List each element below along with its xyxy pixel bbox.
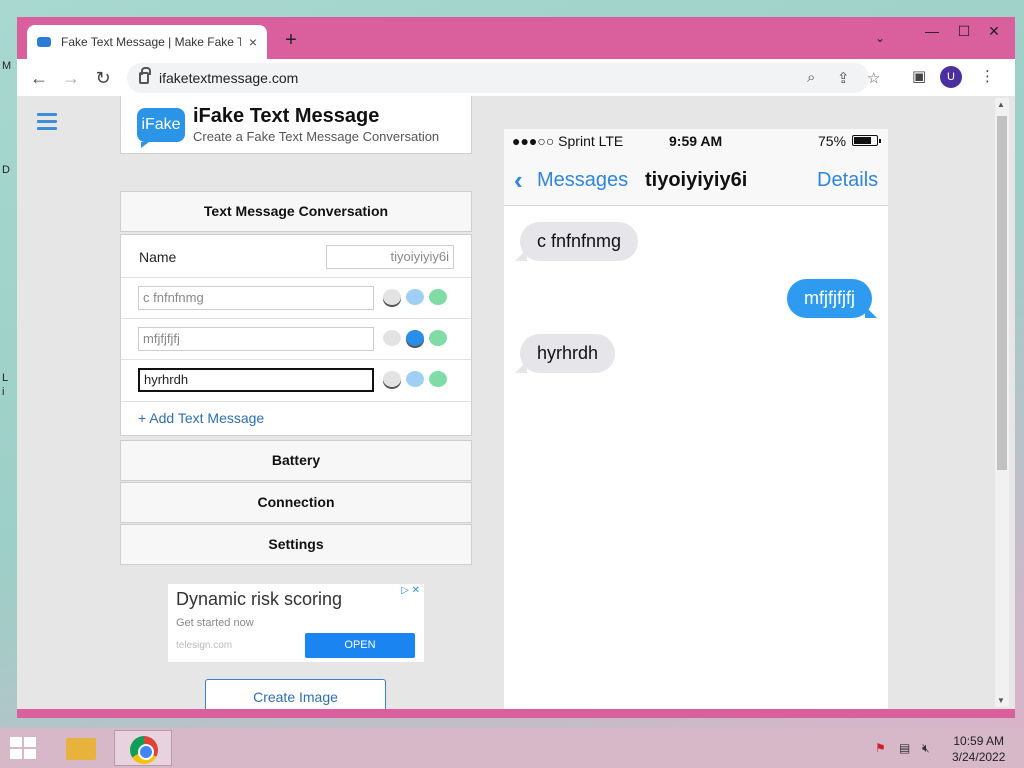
minimize-button[interactable]: — bbox=[915, 19, 949, 43]
ad-domain[interactable]: telesign.com bbox=[176, 640, 232, 651]
desktop-icon-label: i bbox=[2, 386, 5, 398]
scroll-down-icon[interactable]: ▼ bbox=[997, 696, 1005, 705]
green-bubble-option-icon[interactable] bbox=[429, 330, 447, 346]
blue-bubble-option-icon[interactable] bbox=[406, 330, 424, 346]
gray-bubble-option-icon[interactable] bbox=[383, 330, 401, 346]
desktop-icon-label: M bbox=[2, 60, 12, 72]
bookmark-star-icon[interactable]: ☆ bbox=[867, 69, 880, 87]
windows-start-icon[interactable] bbox=[10, 737, 36, 759]
message-row: hyrhrdh bbox=[121, 360, 471, 402]
network-icon[interactable]: ▤ bbox=[899, 741, 910, 755]
green-bubble-option-icon[interactable] bbox=[429, 289, 447, 305]
contact-name: tiyoiyiyiy6i bbox=[645, 169, 748, 191]
section-conversation-header[interactable]: Text Message Conversation bbox=[120, 191, 472, 232]
phone-nav-bar: ‹ Messages tiyoiyiyiy6i Details bbox=[504, 153, 888, 206]
flag-alert-icon[interactable]: ⚑ bbox=[875, 741, 886, 755]
message-row: c fnfnfnmg bbox=[121, 278, 471, 319]
zoom-icon[interactable]: ⌕ bbox=[807, 69, 815, 86]
back-chevron-icon: ‹ bbox=[514, 165, 523, 195]
phone-preview: ●●●○○ Sprint LTE 9:59 AM 75% ‹ Messages … bbox=[504, 129, 888, 709]
clock-date: 3/24/2022 bbox=[952, 750, 1006, 764]
blue-bubble-option-icon[interactable] bbox=[406, 371, 424, 387]
status-time: 9:59 AM bbox=[669, 133, 723, 149]
browser-toolbar: ← → ↻ ifaketextmessage.com ⌕ ⇪ ☆ ▣ U ⋮ bbox=[17, 59, 1015, 96]
scrollbar-thumb[interactable] bbox=[997, 116, 1007, 470]
section-settings-header[interactable]: Settings bbox=[120, 524, 472, 565]
url-text[interactable]: ifaketextmessage.com bbox=[159, 70, 298, 86]
name-label: Name bbox=[139, 249, 177, 265]
menu-kebab-icon[interactable]: ⋮ bbox=[980, 67, 995, 85]
advertisement[interactable]: Dynamic risk scoring Get started now tel… bbox=[168, 584, 424, 662]
gray-bubble-option-icon[interactable] bbox=[383, 289, 401, 305]
message-input[interactable]: mfjfjfjfj bbox=[138, 327, 374, 351]
folder-icon bbox=[66, 738, 96, 760]
section-connection-header[interactable]: Connection bbox=[120, 482, 472, 523]
browser-titlebar: Fake Text Message | Make Fake T × + ⌄ — … bbox=[17, 17, 1015, 59]
reload-button[interactable]: ↻ bbox=[90, 65, 116, 91]
taskbar-file-explorer[interactable] bbox=[52, 730, 110, 766]
scroll-up-icon[interactable]: ▲ bbox=[997, 100, 1005, 109]
volume-muted-icon[interactable]: 🔇︎ bbox=[922, 741, 930, 756]
hamburger-menu-icon[interactable] bbox=[37, 113, 57, 134]
lock-icon[interactable] bbox=[139, 67, 151, 84]
message-input[interactable]: hyrhrdh bbox=[138, 368, 374, 392]
address-bar[interactable]: ifaketextmessage.com ⌕ ⇪ ☆ bbox=[127, 63, 880, 93]
sent-message-bubble: mfjfjfjfj bbox=[787, 279, 877, 318]
name-input[interactable]: tiyoiyiyiy6i bbox=[326, 245, 454, 269]
battery-percent: 75% bbox=[818, 133, 847, 149]
site-subtitle: Create a Fake Text Message Conversation bbox=[193, 129, 440, 144]
taskbar-chrome[interactable] bbox=[114, 730, 172, 766]
web-page: iFake iFake Text Message Create a Fake T… bbox=[17, 96, 1015, 709]
new-tab-button[interactable]: + bbox=[279, 29, 303, 52]
blue-bubble-option-icon[interactable] bbox=[406, 289, 424, 305]
message-input[interactable]: c fnfnfnmg bbox=[138, 286, 374, 310]
carrier-signal: ●●●○○ Sprint LTE bbox=[512, 133, 624, 149]
browser-window: Fake Text Message | Make Fake T × + ⌄ — … bbox=[17, 17, 1015, 718]
site-header: iFake iFake Text Message Create a Fake T… bbox=[120, 96, 472, 154]
battery-icon bbox=[852, 135, 881, 146]
back-button[interactable]: ← bbox=[26, 65, 52, 91]
ad-subtitle[interactable]: Get started now bbox=[176, 617, 254, 629]
side-panel-icon[interactable]: ▣ bbox=[912, 67, 926, 85]
tab-close-icon[interactable]: × bbox=[249, 34, 257, 50]
clock-time: 10:59 AM bbox=[953, 734, 1005, 748]
windows-taskbar: ⚑ ▤ 🔇︎ 10:59 AM 3/24/2022 bbox=[0, 728, 1024, 768]
site-title: iFake Text Message bbox=[193, 105, 380, 127]
chrome-icon bbox=[130, 736, 158, 764]
system-clock[interactable]: 10:59 AM 3/24/2022 bbox=[952, 733, 1005, 765]
phone-status-bar: ●●●○○ Sprint LTE 9:59 AM 75% bbox=[504, 129, 888, 153]
tab-title: Fake Text Message | Make Fake T bbox=[61, 35, 241, 49]
tab-search-chevron-icon[interactable]: ⌄ bbox=[875, 31, 885, 45]
page-scrollbar[interactable]: ▲ ▼ bbox=[995, 98, 1009, 707]
add-text-message-link[interactable]: + Add Text Message bbox=[138, 410, 264, 426]
desktop-icon-label: L bbox=[2, 372, 9, 384]
profile-avatar[interactable]: U bbox=[940, 66, 962, 88]
ad-choices-close-icon[interactable]: ▷ ✕ bbox=[401, 585, 420, 596]
browser-tab[interactable]: Fake Text Message | Make Fake T × bbox=[27, 25, 267, 59]
favicon-icon bbox=[37, 37, 51, 47]
ad-title[interactable]: Dynamic risk scoring bbox=[176, 589, 342, 610]
gray-bubble-option-icon[interactable] bbox=[383, 371, 401, 387]
close-window-button[interactable]: ✕ bbox=[977, 19, 1011, 43]
forward-button[interactable]: → bbox=[58, 65, 84, 91]
ad-open-button[interactable]: OPEN bbox=[305, 633, 415, 658]
logo-badge[interactable]: iFake bbox=[137, 108, 185, 148]
received-message-bubble: hyrhrdh bbox=[514, 334, 616, 373]
maximize-button[interactable]: ☐ bbox=[947, 19, 981, 43]
message-row: mfjfjfjfj bbox=[121, 319, 471, 360]
name-row: Name tiyoiyiyiy6i bbox=[121, 235, 471, 278]
section-battery-header[interactable]: Battery bbox=[120, 440, 472, 481]
messages-back-label: Messages bbox=[537, 169, 629, 191]
create-image-button[interactable]: Create Image bbox=[205, 679, 386, 709]
share-icon[interactable]: ⇪ bbox=[837, 69, 850, 87]
received-message-bubble: c fnfnfnmg bbox=[514, 222, 639, 261]
desktop-icon-label: D bbox=[2, 164, 10, 176]
green-bubble-option-icon[interactable] bbox=[429, 371, 447, 387]
add-message-row: + Add Text Message bbox=[121, 402, 471, 435]
conversation-editor: Name tiyoiyiyiy6i c fnfnfnmg mfjfjfjfj h bbox=[120, 234, 472, 436]
details-label: Details bbox=[817, 169, 879, 191]
